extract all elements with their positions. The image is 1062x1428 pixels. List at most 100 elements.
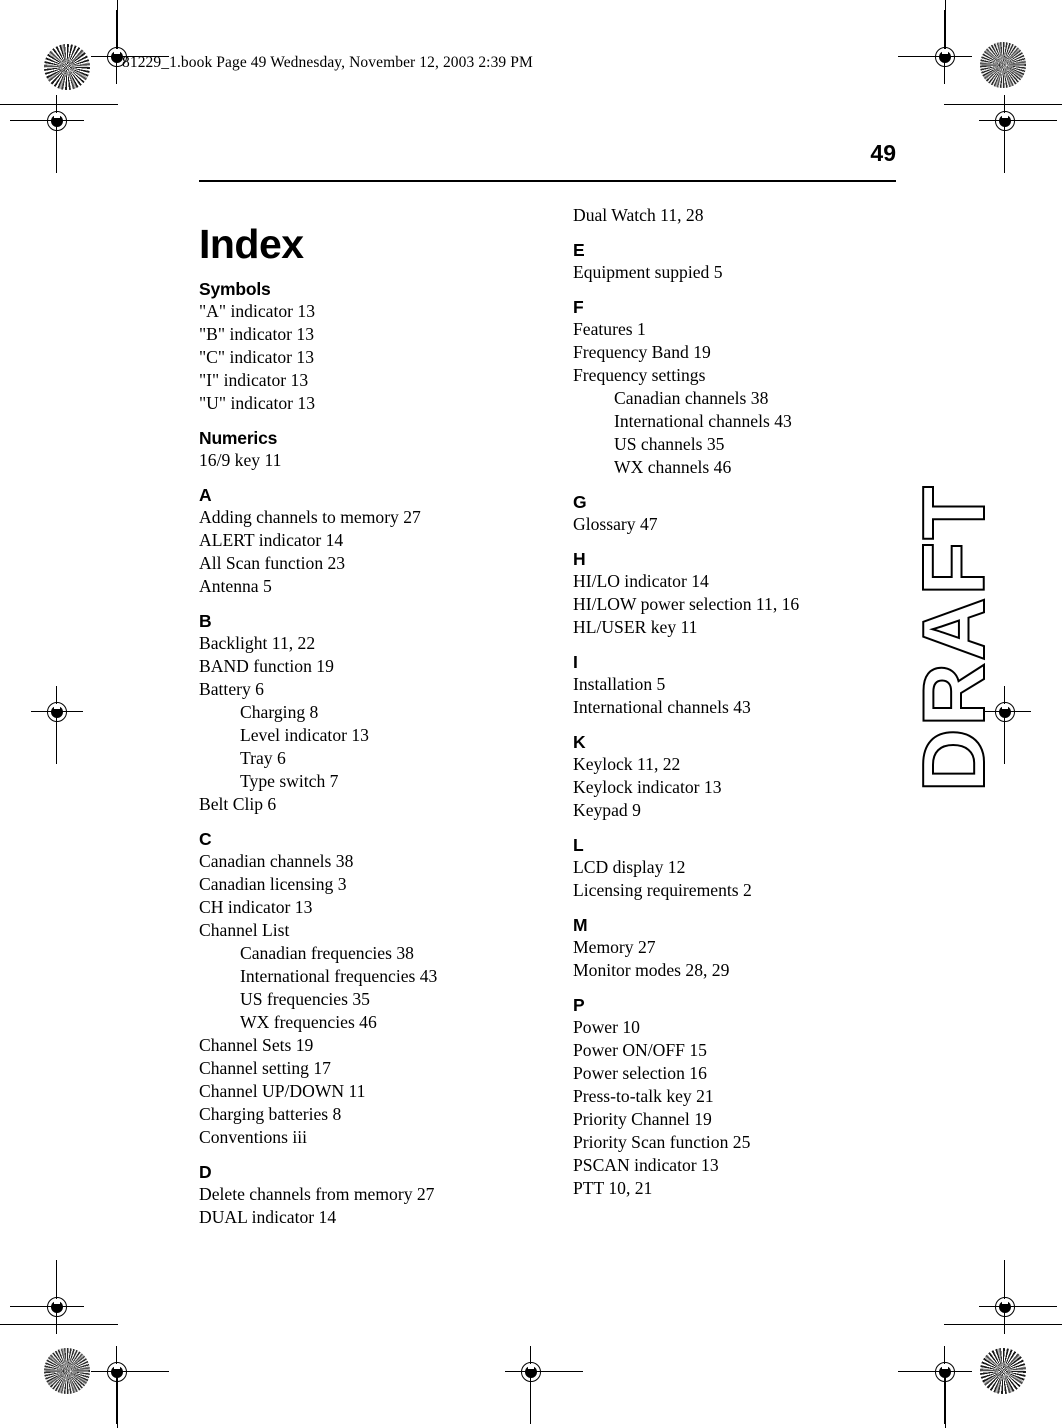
index-entry: Memory 27 xyxy=(573,937,656,957)
trim-line-bottom-right-horizontal xyxy=(944,1324,1062,1325)
index-section-heading: H xyxy=(573,549,586,569)
index-subentry: Charging 8 xyxy=(240,702,319,722)
trim-line-bottom-left-horizontal xyxy=(0,1324,118,1325)
index-subentry: US channels 35 xyxy=(614,434,725,454)
registration-mark-top-left-lower xyxy=(10,95,84,173)
index-entry: Battery 6 xyxy=(199,679,264,699)
index-entry: Adding channels to memory 27 xyxy=(199,507,421,527)
header-rule xyxy=(199,180,896,182)
index-entry: "I" indicator 13 xyxy=(199,370,309,390)
index-entry: Equipment suppied 5 xyxy=(573,262,723,282)
index-section-heading: M xyxy=(573,915,588,935)
index-entry: Frequency Band 19 xyxy=(573,342,711,362)
index-section-heading: Numerics xyxy=(199,428,278,448)
index-entry: Channel Sets 19 xyxy=(199,1035,314,1055)
index-entry: Charging batteries 8 xyxy=(199,1104,342,1124)
index-entry: Power ON/OFF 15 xyxy=(573,1040,707,1060)
index-section-heading: D xyxy=(199,1162,212,1182)
page-canvas: 81229_1.book Page 49 Wednesday, November… xyxy=(0,0,1062,1428)
index-subentry: Tray 6 xyxy=(240,748,286,768)
index-entry: Glossary 47 xyxy=(573,514,658,534)
star-target-bottom-right xyxy=(980,1348,1026,1394)
index-entry: 16/9 key 11 xyxy=(199,450,282,470)
index-entry: Channel List xyxy=(199,920,290,940)
index-entry: "B" indicator 13 xyxy=(199,324,315,344)
index-entry: "U" indicator 13 xyxy=(199,393,315,413)
index-entry: Backlight 11, 22 xyxy=(199,633,316,653)
index-entry: Installation 5 xyxy=(573,674,666,694)
registration-mark-bottom-left-upper xyxy=(10,1260,84,1334)
index-entry: Keylock indicator 13 xyxy=(573,777,722,797)
index-section-heading: E xyxy=(573,240,585,260)
index-section-heading: Symbols xyxy=(199,279,271,299)
registration-mark-bottom-right-upper xyxy=(979,1260,1057,1334)
index-entry: Keylock 11, 22 xyxy=(573,754,681,774)
index-section-heading: K xyxy=(573,732,586,752)
index-entry: Channel setting 17 xyxy=(199,1058,331,1078)
index-subentry: International frequencies 43 xyxy=(240,966,438,986)
index-subentry: WX frequencies 46 xyxy=(240,1012,377,1032)
index-column-left: Symbols "A" indicator 13 "B" indicator 13 "… xyxy=(199,278,529,1229)
draft-watermark: DRAFT xyxy=(903,483,1004,793)
registration-mark-bottom-right-lower xyxy=(898,1346,972,1424)
index-section-heading: G xyxy=(573,492,587,512)
index-entry: Antenna 5 xyxy=(199,576,272,596)
index-section-heading: L xyxy=(573,835,584,855)
index-subentry: Canadian frequencies 38 xyxy=(240,943,414,963)
index-entry: Canadian licensing 3 xyxy=(199,874,347,894)
index-entry: HI/LO indicator 14 xyxy=(573,571,709,591)
index-entry: Dual Watch 11, 28 xyxy=(573,205,704,225)
index-entry: Channel UP/DOWN 11 xyxy=(199,1081,366,1101)
index-entry: Features 1 xyxy=(573,319,646,339)
index-section-heading: P xyxy=(573,995,585,1015)
index-entry: Priority Channel 19 xyxy=(573,1109,712,1129)
registration-mark-mid-left xyxy=(31,686,83,764)
index-entry: All Scan function 23 xyxy=(199,553,346,573)
book-source-header: 81229_1.book Page 49 Wednesday, November… xyxy=(122,54,533,71)
index-entry: Delete channels from memory 27 xyxy=(199,1184,435,1204)
index-section-heading: F xyxy=(573,297,584,317)
index-subentry: Canadian channels 38 xyxy=(614,388,769,408)
index-entry: LCD display 12 xyxy=(573,857,686,877)
index-subentry: US frequencies 35 xyxy=(240,989,370,1009)
registration-mark-top-right-upper xyxy=(898,10,972,84)
index-subentry: Level indicator 13 xyxy=(240,725,369,745)
index-entry: Keypad 9 xyxy=(573,800,641,820)
index-entry: PSCAN indicator 13 xyxy=(573,1155,719,1175)
index-entry: DUAL indicator 14 xyxy=(199,1207,337,1227)
index-entry: Conventions iii xyxy=(199,1127,308,1147)
page-number: 49 xyxy=(870,140,896,166)
registration-mark-bottom-left-lower xyxy=(91,1346,169,1424)
index-entry: Licensing requirements 2 xyxy=(573,880,752,900)
registration-mark-mid-right xyxy=(979,686,1031,764)
index-section-heading: A xyxy=(199,485,212,505)
index-subentry: WX channels 46 xyxy=(614,457,732,477)
index-entry: Press-to-talk key 21 xyxy=(573,1086,714,1106)
index-entry: Canadian channels 38 xyxy=(199,851,354,871)
index-section-heading: B xyxy=(199,611,212,631)
index-entry: Frequency settings xyxy=(573,365,706,385)
star-target-top-right xyxy=(980,42,1026,88)
star-target-bottom-left xyxy=(44,1348,90,1394)
index-subentry: Type switch 7 xyxy=(240,771,339,791)
page-title: Index xyxy=(199,221,304,268)
index-column-right: Dual Watch 11, 28 E Equipment suppied 5 F Fe… xyxy=(573,204,903,1200)
index-entry: BAND function 19 xyxy=(199,656,334,676)
index-entry: International channels 43 xyxy=(573,697,751,717)
index-entry: HL/USER key 11 xyxy=(573,617,698,637)
index-subentry: International channels 43 xyxy=(614,411,792,431)
index-entry: Power selection 16 xyxy=(573,1063,707,1083)
registration-mark-bottom-center xyxy=(505,1346,583,1424)
index-entry: ALERT indicator 14 xyxy=(199,530,344,550)
registration-mark-top-right-lower xyxy=(979,95,1057,173)
index-entry: Monitor modes 28, 29 xyxy=(573,960,730,980)
index-section-heading: C xyxy=(199,829,212,849)
index-entry: Power 10 xyxy=(573,1017,640,1037)
star-target-top-left xyxy=(44,44,90,90)
index-entry: "C" indicator 13 xyxy=(199,347,315,367)
index-entry: PTT 10, 21 xyxy=(573,1178,653,1198)
index-entry: HI/LOW power selection 11, 16 xyxy=(573,594,800,614)
index-entry: Priority Scan function 25 xyxy=(573,1132,751,1152)
index-entry: CH indicator 13 xyxy=(199,897,313,917)
index-entry: Belt Clip 6 xyxy=(199,794,277,814)
